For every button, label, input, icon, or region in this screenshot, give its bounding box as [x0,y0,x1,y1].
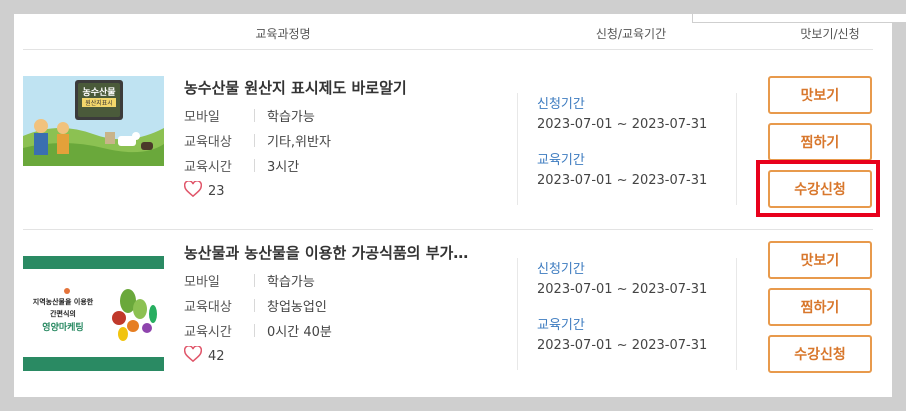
table-header: 교육과정명 신청/교육기간 맛보기/신청 [23,14,873,50]
meta-value: 학습가능 [267,275,315,290]
thumb-text-1: 농수산물 [82,86,115,98]
like-count: 23 [208,183,225,199]
heart-icon [183,345,203,366]
header-period: 신청/교육기간 [595,27,667,41]
thumb-text-2: 원산지표시 [85,99,113,107]
divider [254,274,255,287]
course-thumbnail[interactable]: 농수산물 원산지표시 [23,76,164,166]
edu-period-label: 교육기간 [537,318,585,333]
apply-period-label: 신청기간 [537,97,585,112]
meta-key: 교육대상 [184,300,232,315]
preview-button[interactable]: 맛보기 [768,76,872,114]
edu-period-label: 교육기간 [537,153,585,168]
divider [736,258,737,370]
course-title[interactable]: 농산물과 농산물을 이용한 가공식품의 부가… [184,242,484,263]
apply-period-label: 신청기간 [537,262,585,277]
meta-key: 교육대상 [184,135,232,150]
meta-value: 3시간 [267,160,300,175]
heart-icon [183,180,203,201]
edu-period-value: 2023-07-01 ~ 2023-07-31 [537,173,708,188]
course-meta: 모바일 학습가능 교육대상 창업농업인 교육시간 0시간 40분 42 [183,268,332,369]
wishlist-button[interactable]: 찜하기 [768,123,872,161]
divider [517,258,518,370]
course-title[interactable]: 농수산물 원산지 표시제도 바로알기 [184,77,484,98]
edu-period-value: 2023-07-01 ~ 2023-07-31 [537,338,708,353]
apply-period-value: 2023-07-01 ~ 2023-07-31 [537,282,708,297]
course-meta: 모바일 학습가능 교육대상 기타,위반자 교육시간 3시간 23 [183,103,331,204]
thumb-text-1: 지역농산물을 이용한 [33,297,94,306]
thumb-text-2: 간편식의 [50,309,76,318]
meta-value: 창업농업인 [267,300,327,315]
meta-key: 교육시간 [184,325,232,340]
divider [254,134,255,147]
course-row: 농수산물 원산지표시 농수산물 원산지 표시제도 바로알기 모바일 학습가능 교육… [23,65,873,230]
meta-key: 모바일 [184,275,220,290]
course-periods: 신청기간 2023-07-01 ~ 2023-07-31 교육기간 2023-0… [537,93,707,205]
header-course-name: 교육과정명 [255,27,311,41]
divider [736,93,737,205]
like-button[interactable]: 42 [183,343,332,369]
meta-value: 기타,위반자 [267,135,331,150]
meta-value: 학습가능 [267,110,315,125]
preview-button[interactable]: 맛보기 [768,241,872,279]
course-actions: 맛보기 찜하기 수강신청 [768,241,872,382]
meta-key: 모바일 [184,110,220,125]
divider [254,159,255,172]
divider [254,299,255,312]
enroll-button[interactable]: 수강신청 [768,335,872,373]
like-button[interactable]: 23 [183,178,331,204]
highlight-box [756,160,880,217]
apply-period-value: 2023-07-01 ~ 2023-07-31 [537,117,708,132]
meta-key: 교육시간 [184,160,232,175]
like-count: 42 [208,348,225,364]
thumb-text-3: 영양마케팅 [42,321,83,333]
meta-value: 0시간 40분 [267,325,332,340]
header-apply: 맛보기/신청 [800,27,860,41]
divider [254,324,255,337]
wishlist-button[interactable]: 찜하기 [768,288,872,326]
course-periods: 신청기간 2023-07-01 ~ 2023-07-31 교육기간 2023-0… [537,258,707,370]
divider [517,93,518,205]
divider [254,109,255,122]
course-row: 지역농산물을 이용한 간편식의 영양마케팅 농산물과 농산물을 이용한 가공식품… [23,230,873,395]
course-thumbnail[interactable]: 지역농산물을 이용한 간편식의 영양마케팅 [23,256,164,371]
